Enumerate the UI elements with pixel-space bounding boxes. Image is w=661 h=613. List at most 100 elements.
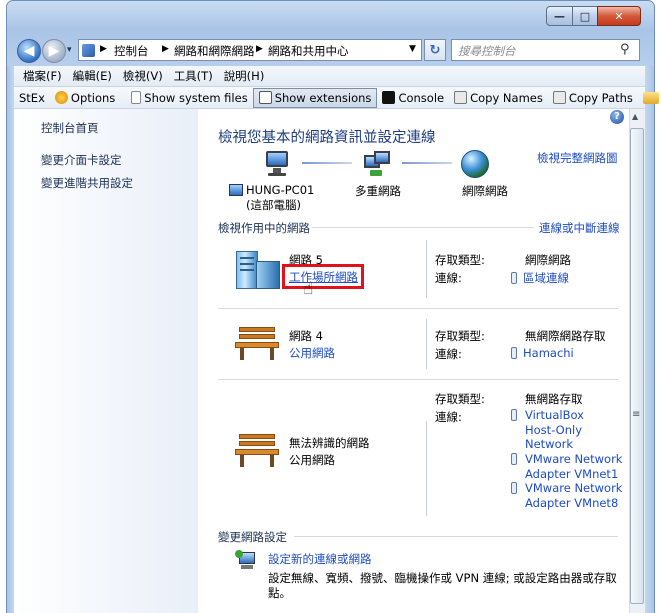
window-frame-right	[645, 66, 655, 613]
network-adapter-icon	[511, 482, 517, 494]
network-adapter-icon	[511, 272, 517, 284]
copy-names-button[interactable]: Copy Names	[449, 88, 548, 108]
change-settings-header: 變更網路設定	[218, 530, 287, 544]
column-divider	[426, 421, 427, 516]
see-full-map-link[interactable]: 檢視完整網路圖	[537, 150, 618, 166]
access-type-value: 無網際網路存取	[525, 329, 606, 343]
menu-file[interactable]: 檔案(F)	[23, 68, 62, 84]
access-type-label: 存取類型:	[435, 392, 485, 406]
multiple-networks-icon	[364, 151, 392, 177]
menu-bar: 檔案(F) 編輯(E) 檢視(V) 工具(T) 說明(H)	[14, 66, 645, 87]
setup-new-connection-link[interactable]: 設定新的連線或網路	[268, 551, 372, 567]
map-connector-line	[302, 162, 352, 164]
network-adapter-icon	[511, 409, 517, 421]
help-icon[interactable]: ?	[610, 110, 624, 124]
breadcrumb-item[interactable]: 網路和共用中心	[268, 43, 349, 59]
setup-description-line: 點。	[268, 586, 291, 600]
breadcrumb-separator-icon[interactable]: ▶	[256, 44, 263, 54]
computer-small-icon	[229, 184, 243, 196]
menu-view[interactable]: 檢視(V)	[123, 68, 163, 84]
explorer-window: — □ ✕ ◀ ▶ ▾ ▶ 控制台 ▶ 網路和網際網路 ▶ 網路和共用中心 ▼ …	[0, 0, 661, 613]
show-system-files-label: Show system files	[144, 90, 248, 105]
network-divider	[218, 379, 618, 380]
connection-link[interactable]: VMware Network Adapter VMnet8	[511, 481, 622, 510]
network-type-link[interactable]: 公用網路	[289, 345, 335, 361]
connection-name: Hamachi	[523, 346, 574, 360]
access-type-label: 存取類型:	[435, 253, 485, 267]
work-network-icon	[236, 247, 282, 289]
multiple-networks-label: 多重網路	[355, 184, 401, 198]
section-divider	[312, 227, 534, 228]
breadcrumb-separator-icon[interactable]: ▶	[100, 44, 107, 54]
connection-name-line: VirtualBox	[525, 408, 584, 422]
connection-name-line: VMware Network	[525, 452, 623, 466]
connection-name-line: Host-Only	[525, 422, 582, 437]
menu-tools[interactable]: 工具(T)	[174, 68, 213, 84]
network-adapter-icon	[511, 453, 517, 465]
public-network-bench-icon	[235, 325, 279, 361]
stex-toolbar: StEx Options Show system files Show exte…	[14, 87, 659, 109]
recent-pages-icon[interactable]: ▾	[67, 45, 72, 55]
menu-help[interactable]: 說明(H)	[224, 68, 265, 84]
window-frame-left	[6, 66, 14, 613]
control-panel-home-link[interactable]: 控制台首頁	[41, 120, 99, 136]
connections-label: 連線:	[435, 347, 462, 361]
tasks-pane: 控制台首頁 變更介面卡設定 變更進階共用設定	[14, 109, 198, 613]
scroll-up-icon[interactable]: ▲	[632, 112, 638, 121]
network-divider	[218, 308, 618, 309]
connection-link[interactable]: VirtualBox Host-Only Network	[511, 408, 584, 452]
breadcrumb-separator-icon[interactable]: ▶	[162, 44, 169, 54]
back-button[interactable]: ◀	[17, 39, 41, 63]
minimize-button[interactable]: —	[546, 6, 573, 26]
main-content: ? 檢視您基本的網路資訊並設定連線 檢視完整網路圖 HUNG-PC01 (這部電…	[198, 109, 629, 613]
network-adapter-icon	[511, 347, 517, 359]
address-dropdown-icon[interactable]: ▼	[409, 44, 416, 54]
maximize-button[interactable]: □	[572, 6, 598, 26]
connection-name-line: Adapter VMnet1	[525, 466, 619, 481]
access-type-value: 無網路存取	[525, 392, 583, 406]
search-input[interactable]: 搜尋控制台	[451, 39, 640, 61]
file-icon	[131, 91, 142, 104]
close-button[interactable]: ✕	[597, 6, 641, 26]
breadcrumb-item[interactable]: 網路和網際網路	[174, 43, 255, 59]
forward-button[interactable]: ▶	[42, 39, 66, 63]
hand-cursor-icon: ☝	[303, 279, 314, 299]
control-panel-icon	[82, 44, 95, 57]
public-network-bench-icon	[235, 432, 279, 468]
network-name: 無法辨識的網路	[289, 436, 370, 450]
connect-disconnect-link[interactable]: 連線或中斷連線	[539, 220, 620, 236]
address-bar[interactable]: ▶ 控制台 ▶ 網路和網際網路 ▶ 網路和共用中心 ▼	[78, 39, 422, 61]
internet-label: 網際網路	[462, 184, 508, 198]
options-button[interactable]: Options	[50, 88, 120, 108]
console-button[interactable]: Console	[377, 88, 449, 108]
setup-description-line: 設定無線、寬頻、撥號、臨機操作或 VPN 連線; 或設定路由器或存取	[268, 571, 617, 585]
change-advanced-sharing-link[interactable]: 變更進階共用設定	[41, 175, 133, 191]
folder-icon	[642, 91, 659, 104]
show-system-files-button[interactable]: Show system files	[126, 88, 252, 108]
scrollbar-thumb[interactable]	[630, 128, 644, 604]
computer-name: HUNG-PC01	[246, 183, 315, 197]
network-type: 公用網路	[289, 453, 335, 467]
console-icon	[382, 91, 396, 104]
change-adapter-settings-link[interactable]: 變更介面卡設定	[41, 152, 122, 168]
connections-label: 連線:	[435, 271, 462, 285]
copy-paths-label: Copy Paths	[568, 90, 633, 105]
connection-link[interactable]: VMware Network Adapter VMnet1	[511, 452, 622, 481]
stex-label: StEx	[19, 90, 45, 105]
search-icon[interactable]: ⚲	[620, 42, 630, 57]
show-extensions-label: Show extensions	[274, 90, 372, 105]
connection-link[interactable]: 區域連線	[511, 270, 569, 286]
highlight-box	[282, 264, 364, 289]
copy-paths-button[interactable]: Copy Paths	[548, 88, 638, 108]
refresh-button[interactable]: ↻	[424, 39, 446, 61]
connection-link[interactable]: Hamachi	[511, 346, 574, 360]
copy-names-label: Copy Names	[470, 90, 543, 105]
computer-icon	[264, 151, 292, 177]
show-extensions-button[interactable]: Show extensions	[252, 87, 378, 108]
page-title: 檢視您基本的網路資訊並設定連線	[218, 130, 436, 146]
connection-name-line: VMware Network	[525, 481, 623, 495]
breadcrumb-item[interactable]: 控制台	[114, 43, 149, 59]
computer-subtitle: (這部電腦)	[246, 198, 301, 212]
menu-edit[interactable]: 編輯(E)	[73, 68, 112, 84]
folder-button[interactable]	[638, 88, 661, 108]
